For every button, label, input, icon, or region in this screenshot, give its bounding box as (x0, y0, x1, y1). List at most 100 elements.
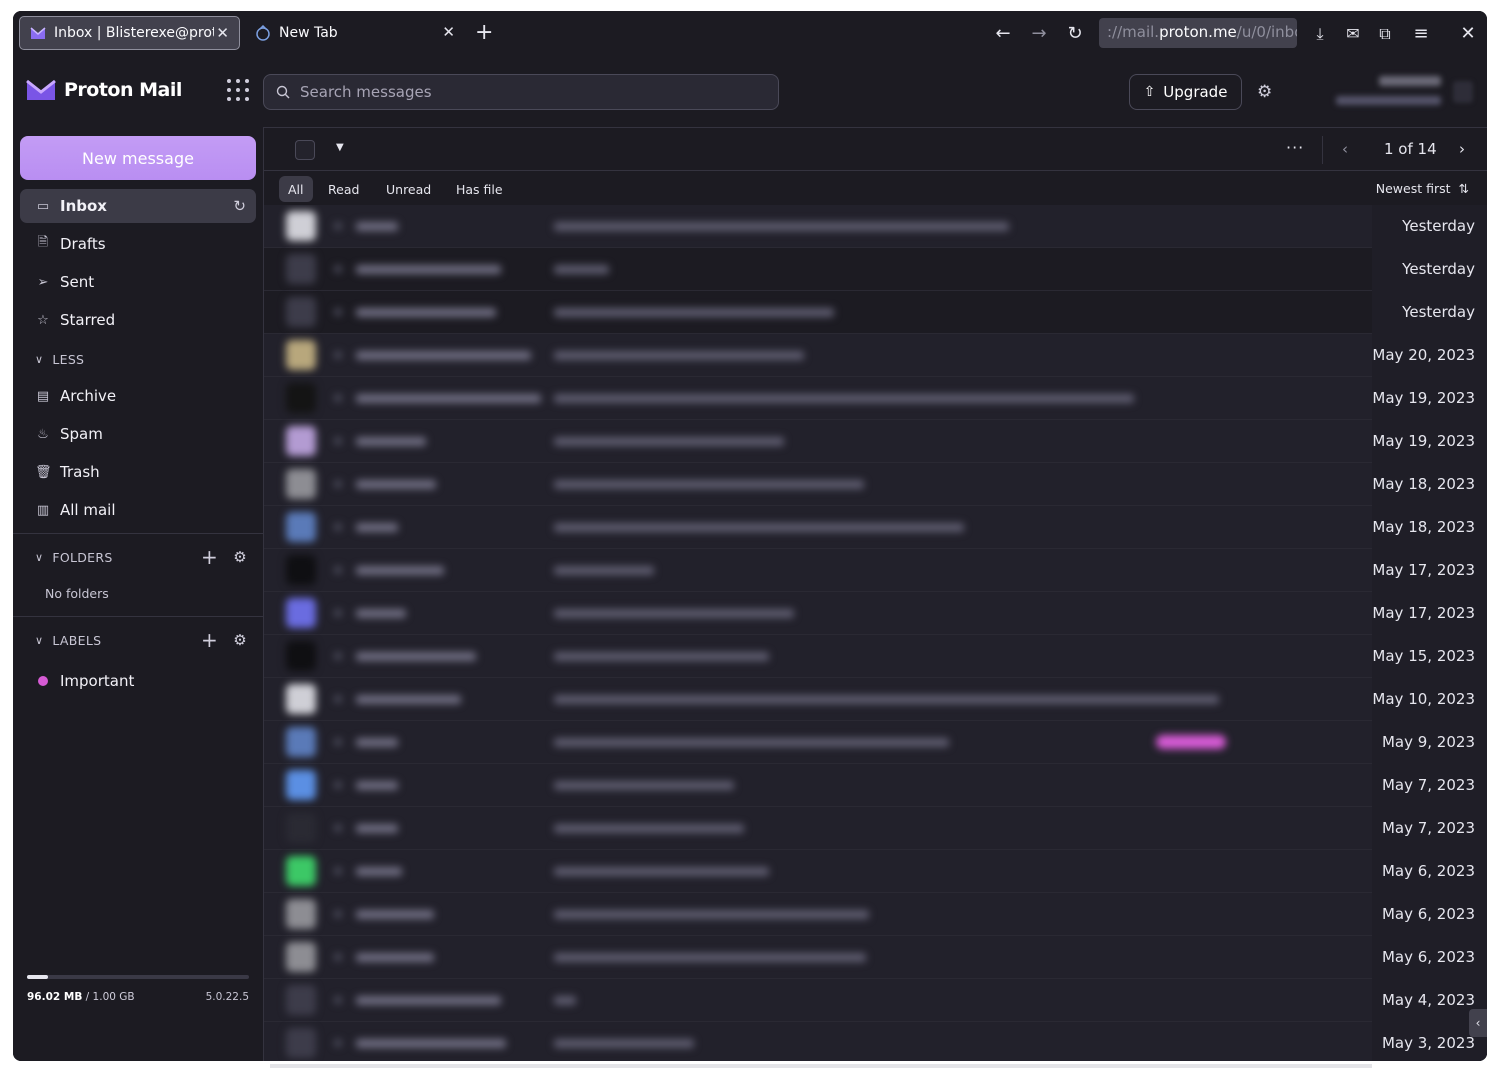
select-all-checkbox[interactable] (295, 140, 315, 160)
star-icon: ☆ (37, 312, 49, 328)
page-indicator[interactable]: 1 of 14 (1384, 140, 1437, 158)
message-row[interactable]: May 19, 2023 (264, 420, 1487, 463)
close-tab-icon[interactable]: ✕ (442, 23, 455, 41)
sender-avatar (286, 383, 316, 413)
add-folder-plus-icon[interactable]: + (201, 545, 218, 569)
message-row[interactable]: Yesterday (264, 291, 1487, 334)
message-row[interactable]: May 17, 2023 (264, 549, 1487, 592)
sender-name-redacted (356, 824, 398, 833)
upgrade-button[interactable]: ⇧ Upgrade (1129, 74, 1242, 110)
message-select-dot (334, 222, 342, 230)
message-row[interactable]: May 19, 2023 (264, 377, 1487, 420)
previous-page-chevron-icon[interactable]: ‹ (1342, 140, 1348, 158)
sidebar-item-all-mail[interactable]: ▥ All mail (20, 493, 256, 527)
storage-meter[interactable]: 96.02 MB / 1.00 GB 5.0.22.5 (27, 975, 249, 1003)
message-select-dot (334, 523, 342, 531)
new-tab-plus-icon[interactable]: + (475, 20, 493, 46)
sidebar-item-archive[interactable]: ▤ Archive (20, 379, 256, 413)
refresh-icon[interactable]: ↻ (233, 197, 246, 215)
add-label-plus-icon[interactable]: + (201, 628, 218, 652)
labels-section-header[interactable]: ∨ LABELS + ⚙ (20, 625, 256, 655)
message-row[interactable]: May 9, 2023 (264, 721, 1487, 764)
less-toggle[interactable]: ∨ LESS (20, 344, 256, 374)
next-page-chevron-icon[interactable]: › (1459, 140, 1465, 158)
message-row[interactable]: May 3, 2023 (264, 1022, 1487, 1061)
hamburger-menu-icon[interactable]: ≡ (1410, 23, 1432, 45)
sidebar-item-spam[interactable]: ♨ Spam (20, 417, 256, 451)
redacted-message-content (286, 377, 1246, 420)
message-row[interactable]: May 10, 2023 (264, 678, 1487, 721)
download-icon[interactable]: ⤓ (1309, 23, 1331, 45)
user-account-menu[interactable] (1331, 74, 1441, 112)
select-dropdown-caret-icon[interactable]: ▼ (336, 142, 344, 153)
message-row[interactable]: May 7, 2023 (264, 807, 1487, 850)
sidebar-item-starred[interactable]: ☆ Starred (20, 303, 256, 337)
folders-section-header[interactable]: ∨ FOLDERS + ⚙ (20, 542, 256, 572)
tab-inbox[interactable]: Inbox | Blisterexe@proton.me ✕ (19, 16, 240, 50)
sidebar-item-drafts[interactable]: 🗎 Drafts (20, 227, 256, 261)
app-version[interactable]: 5.0.22.5 (206, 991, 249, 1003)
sender-name-redacted (356, 308, 496, 317)
sender-name-redacted (356, 566, 444, 575)
message-date: May 6, 2023 (1381, 948, 1475, 966)
mail-extension-icon[interactable]: ✉ (1342, 23, 1364, 45)
sidebar-item-important[interactable]: Important (20, 664, 256, 698)
extensions-puzzle-icon[interactable]: ⧉ (1374, 23, 1396, 45)
message-date: May 4, 2023 (1381, 991, 1475, 1009)
filter-all[interactable]: All (279, 176, 313, 202)
app-launcher-grid-icon[interactable] (227, 79, 249, 101)
message-date: May 18, 2023 (1372, 518, 1475, 536)
subject-redacted (554, 523, 964, 532)
message-row[interactable]: May 18, 2023 (264, 506, 1487, 549)
message-row[interactable]: May 17, 2023 (264, 592, 1487, 635)
back-arrow-icon[interactable]: ← (992, 23, 1014, 45)
message-row[interactable]: May 4, 2023 (264, 979, 1487, 1022)
filter-unread[interactable]: Unread (377, 176, 440, 202)
sidebar-item-sent[interactable]: ➢ Sent (20, 265, 256, 299)
message-row[interactable]: Yesterday (264, 205, 1487, 248)
search-input[interactable]: Search messages (263, 74, 779, 110)
url-bar[interactable]: ://mail.proton.me/u/0/inbox (1099, 18, 1297, 48)
new-message-button[interactable]: New message (20, 136, 256, 180)
settings-gear-icon[interactable]: ⚙ (1257, 82, 1272, 102)
subject-redacted (554, 824, 744, 833)
label-settings-gear-icon[interactable]: ⚙ (233, 631, 247, 649)
filter-has-file[interactable]: Has file (447, 176, 512, 202)
sort-arrows-icon: ⇅ (1458, 181, 1469, 196)
message-row[interactable]: May 7, 2023 (264, 764, 1487, 807)
message-row[interactable]: May 20, 2023 (264, 334, 1487, 377)
collapse-panel-chevron-icon[interactable]: ‹ (1469, 1009, 1487, 1037)
sidebar-item-trash[interactable]: 🗑 Trash (20, 455, 256, 489)
message-row[interactable]: Yesterday (264, 248, 1487, 291)
avatar[interactable] (1453, 81, 1473, 103)
close-window-icon[interactable]: ✕ (1457, 23, 1479, 45)
message-date: May 15, 2023 (1372, 647, 1475, 665)
message-select-dot (334, 566, 342, 574)
tab-new-tab[interactable]: New Tab ✕ (245, 16, 465, 50)
chevron-down-icon: ∨ (35, 352, 44, 366)
proton-mail-logo[interactable]: Proton Mail (26, 79, 182, 101)
sidebar-item-inbox[interactable]: ▭ Inbox ↻ (20, 189, 256, 223)
sort-order-button[interactable]: Newest first ⇅ (1376, 181, 1469, 196)
reload-icon[interactable]: ↻ (1064, 23, 1086, 45)
folder-settings-gear-icon[interactable]: ⚙ (233, 548, 247, 566)
subject-redacted (554, 308, 834, 317)
message-row[interactable]: May 15, 2023 (264, 635, 1487, 678)
message-date: May 10, 2023 (1372, 690, 1475, 708)
proton-mail-favicon-icon (30, 25, 46, 41)
forward-arrow-icon[interactable]: → (1028, 23, 1050, 45)
more-options-ellipsis-icon[interactable]: ··· (1286, 138, 1304, 157)
close-tab-icon[interactable]: ✕ (216, 24, 229, 42)
message-row[interactable]: May 6, 2023 (264, 893, 1487, 936)
divider (13, 533, 263, 534)
message-row[interactable]: May 6, 2023 (264, 936, 1487, 979)
message-list: Yesterday Yesterday Yesterday May 20, 2023 M… (264, 205, 1487, 1061)
sender-avatar (286, 985, 316, 1015)
sender-name-redacted (356, 695, 461, 704)
message-select-dot (334, 867, 342, 875)
message-row[interactable]: May 18, 2023 (264, 463, 1487, 506)
sidebar-item-label: Inbox (60, 197, 107, 215)
filter-read[interactable]: Read (319, 176, 368, 202)
message-row[interactable]: May 6, 2023 (264, 850, 1487, 893)
redacted-message-content (286, 463, 1246, 506)
